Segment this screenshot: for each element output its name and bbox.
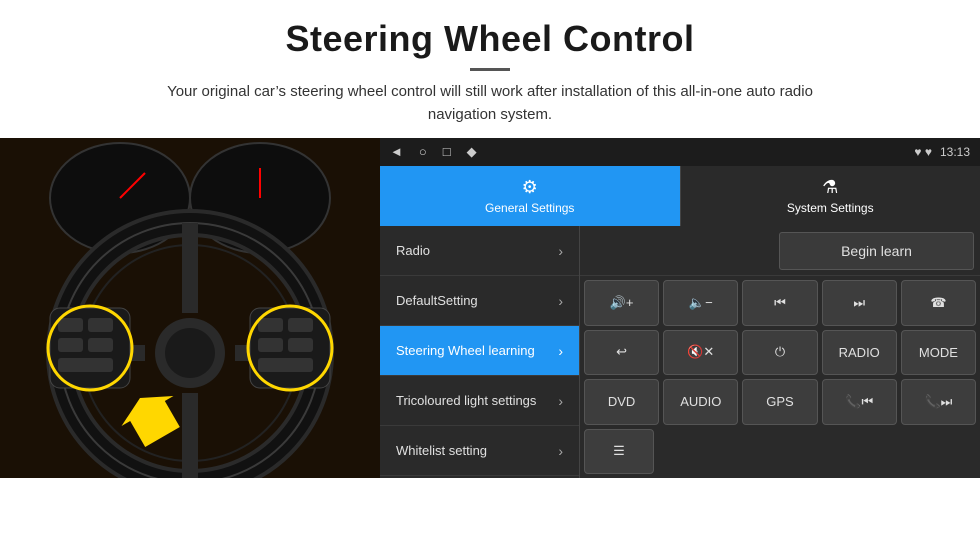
- list-button[interactable]: ☰: [584, 429, 654, 475]
- gps-button[interactable]: GPS: [742, 379, 817, 425]
- chevron-icon: ›: [558, 443, 563, 459]
- menu-item-steering-wheel[interactable]: Steering Wheel learning ›: [380, 326, 579, 376]
- steering-wheel-image: [0, 138, 380, 478]
- prev-track-icon: ⏮: [774, 295, 786, 311]
- dvd-button[interactable]: DVD: [584, 379, 659, 425]
- mode-label: MODE: [919, 345, 958, 360]
- general-settings-icon: ⚙: [522, 177, 538, 198]
- main-content: Radio › DefaultSetting › Steering Wheel …: [380, 226, 980, 478]
- status-bar-right: ♥ ♥ 13:13: [914, 145, 970, 159]
- control-row-2: ↩ 🔇✕ ⏻ RADIO MODE: [584, 330, 976, 376]
- menu-whitelist-label: Whitelist setting: [396, 443, 487, 458]
- mode-button[interactable]: MODE: [901, 330, 976, 376]
- hang-up-icon: ↩: [616, 344, 627, 360]
- mute-button[interactable]: 🔇✕: [663, 330, 738, 376]
- android-head-unit: ◄ ○ □ ◆ ♥ ♥ 13:13 ⚙ General Settings ⚗ S…: [380, 138, 980, 478]
- menu-steering-label: Steering Wheel learning: [396, 343, 535, 358]
- dvd-label: DVD: [608, 394, 635, 409]
- begin-learn-button[interactable]: Begin learn: [779, 232, 974, 270]
- menu-item-tricoloured[interactable]: Tricoloured light settings ›: [380, 376, 579, 426]
- phone-icon: ☎: [930, 295, 946, 311]
- phone-button[interactable]: ☎: [901, 280, 976, 326]
- next-track-button[interactable]: ⏭: [822, 280, 897, 326]
- begin-learn-row: Begin learn: [580, 226, 980, 276]
- gps-label: GPS: [766, 394, 793, 409]
- tab-system-settings[interactable]: ⚗ System Settings: [680, 166, 980, 226]
- list-icon: ☰: [613, 443, 625, 459]
- radio-label: RADIO: [839, 345, 880, 360]
- home-icon[interactable]: ○: [419, 144, 427, 160]
- menu-icon[interactable]: ◆: [467, 144, 477, 160]
- menu-radio-label: Radio: [396, 243, 430, 258]
- next-combo-button[interactable]: 📞⏭: [901, 379, 976, 425]
- power-button[interactable]: ⏻: [742, 330, 817, 376]
- control-row-4: ☰: [584, 429, 976, 475]
- volume-down-button[interactable]: 🔈−: [663, 280, 738, 326]
- menu-item-default-setting[interactable]: DefaultSetting ›: [380, 276, 579, 326]
- left-menu: Radio › DefaultSetting › Steering Wheel …: [380, 226, 580, 478]
- system-settings-label: System Settings: [787, 201, 874, 215]
- tab-general-settings[interactable]: ⚙ General Settings: [380, 166, 680, 226]
- content-area: ◄ ○ □ ◆ ♥ ♥ 13:13 ⚙ General Settings ⚗ S…: [0, 138, 980, 478]
- general-settings-label: General Settings: [485, 201, 574, 215]
- chevron-icon: ›: [558, 343, 563, 359]
- subtitle-text: Your original car’s steering wheel contr…: [140, 81, 840, 126]
- prev-track-button[interactable]: ⏮: [742, 280, 817, 326]
- audio-button[interactable]: AUDIO: [663, 379, 738, 425]
- system-settings-icon: ⚗: [822, 177, 838, 198]
- tab-bar: ⚙ General Settings ⚗ System Settings: [380, 166, 980, 226]
- volume-down-icon: 🔈−: [689, 295, 713, 311]
- chevron-icon: ›: [558, 393, 563, 409]
- controls-panel: Begin learn 🔊+ 🔈− ⏮: [580, 226, 980, 478]
- menu-tricoloured-label: Tricoloured light settings: [396, 393, 536, 408]
- prev-combo-icon: 📞⏮: [845, 394, 873, 410]
- page-title: Steering Wheel Control: [20, 18, 960, 60]
- audio-label: AUDIO: [680, 394, 721, 409]
- chevron-icon: ›: [558, 243, 563, 259]
- volume-up-button[interactable]: 🔊+: [584, 280, 659, 326]
- status-bar: ◄ ○ □ ◆ ♥ ♥ 13:13: [380, 138, 980, 166]
- title-divider: [470, 68, 510, 71]
- header-section: Steering Wheel Control Your original car…: [0, 0, 980, 138]
- clock: 13:13: [940, 145, 970, 159]
- next-track-icon: ⏭: [853, 295, 865, 311]
- back-icon[interactable]: ◄: [390, 144, 403, 160]
- control-row-1: 🔊+ 🔈− ⏮ ⏭ ☎: [584, 280, 976, 326]
- prev-combo-button[interactable]: 📞⏮: [822, 379, 897, 425]
- menu-item-whitelist[interactable]: Whitelist setting ›: [380, 426, 579, 476]
- radio-button[interactable]: RADIO: [822, 330, 897, 376]
- power-icon: ⏻: [775, 344, 785, 360]
- control-row-3: DVD AUDIO GPS 📞⏮ 📞⏭: [584, 379, 976, 425]
- status-bar-nav-icons: ◄ ○ □ ◆: [390, 144, 477, 160]
- recents-icon[interactable]: □: [443, 144, 451, 160]
- menu-default-label: DefaultSetting: [396, 293, 478, 308]
- controls-grid: 🔊+ 🔈− ⏮ ⏭ ☎: [580, 276, 980, 478]
- chevron-icon: ›: [558, 293, 563, 309]
- hang-up-button[interactable]: ↩: [584, 330, 659, 376]
- volume-up-icon: 🔊+: [610, 295, 634, 311]
- signal-icons: ♥ ♥: [914, 145, 932, 159]
- menu-item-radio[interactable]: Radio ›: [380, 226, 579, 276]
- mute-icon: 🔇✕: [687, 344, 714, 360]
- next-combo-icon: 📞⏭: [924, 394, 952, 410]
